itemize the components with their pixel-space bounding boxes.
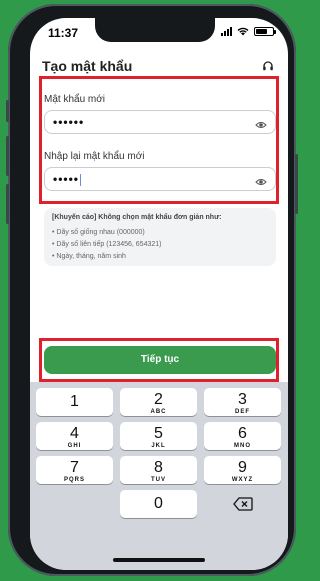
key-number: 0 <box>154 495 163 512</box>
screen: 11:37 Tạo mật khẩu Mật khẩu mới •••••• N… <box>30 18 288 570</box>
headset-icon[interactable] <box>262 59 274 77</box>
home-indicator <box>113 558 205 562</box>
key-0[interactable]: 0 <box>120 490 197 518</box>
confirm-password-content: ••••• <box>53 172 82 186</box>
status-time: 11:37 <box>48 26 79 40</box>
key-letters: MNO <box>234 443 251 449</box>
key-number: 4 <box>70 425 79 442</box>
key-2[interactable]: 2 ABC <box>120 388 197 416</box>
key-letters: DEF <box>235 409 250 415</box>
advice-box: [Khuyến cáo] Không chọn mật khẩu đơn giả… <box>44 208 276 266</box>
key-letters: TUV <box>151 477 166 483</box>
key-9[interactable]: 9 WXYZ <box>204 456 281 484</box>
key-number: 9 <box>238 459 247 476</box>
continue-button[interactable]: Tiếp tục <box>44 346 276 374</box>
key-letters: ABC <box>150 409 167 415</box>
text-cursor <box>80 173 82 186</box>
key-letters: WXYZ <box>231 477 254 483</box>
eye-icon[interactable] <box>255 174 267 192</box>
key-number: 8 <box>154 459 163 476</box>
key-number: 5 <box>154 425 163 442</box>
numeric-keypad: 1 2 ABC 3 DEF 4 GHI 5 JKL 6 MNO 7 PQRS 8… <box>30 382 288 570</box>
key-letters: JKL <box>151 443 166 449</box>
key-letters: PQRS <box>63 477 85 483</box>
key-4[interactable]: 4 GHI <box>36 422 113 450</box>
key-number: 6 <box>238 425 247 442</box>
key-number: 3 <box>238 391 247 408</box>
battery-icon <box>254 27 276 36</box>
confirm-password-field[interactable]: ••••• <box>44 167 276 191</box>
key-3[interactable]: 3 DEF <box>204 388 281 416</box>
key-number: 2 <box>154 391 163 408</box>
signal-icon <box>221 27 232 36</box>
phone-frame: 11:37 Tạo mật khẩu Mật khẩu mới •••••• N… <box>6 4 298 576</box>
confirm-password-label: Nhập lại mật khẩu mới <box>44 151 145 162</box>
confirm-password-value: ••••• <box>53 172 80 186</box>
header: Tạo mật khẩu <box>30 56 288 78</box>
key-8[interactable]: 8 TUV <box>120 456 197 484</box>
volume-down-button <box>6 184 9 224</box>
new-password-label: Mật khẩu mới <box>44 94 106 105</box>
advice-heading: [Khuyến cáo] Không chọn mật khẩu đơn giả… <box>52 214 222 221</box>
key-1[interactable]: 1 <box>36 388 113 416</box>
advice-item: • Dãy số liên tiếp (123456, 654321) <box>52 241 162 248</box>
key-letters: GHI <box>67 443 82 449</box>
advice-item: • Dãy số giống nhau (000000) <box>52 229 145 236</box>
key-6[interactable]: 6 MNO <box>204 422 281 450</box>
eye-icon[interactable] <box>255 117 267 135</box>
status-bar: 11:37 <box>30 18 288 48</box>
key-number: 7 <box>70 459 79 476</box>
volume-up-button <box>6 136 9 176</box>
page-title: Tạo mật khẩu <box>42 58 133 74</box>
key-5[interactable]: 5 JKL <box>120 422 197 450</box>
mute-switch <box>6 100 9 122</box>
advice-item: • Ngày, tháng, năm sinh <box>52 253 126 260</box>
power-button <box>295 154 298 214</box>
key-7[interactable]: 7 PQRS <box>36 456 113 484</box>
wifi-icon <box>237 27 249 36</box>
new-password-field[interactable]: •••••• <box>44 110 276 134</box>
status-icons <box>221 27 276 36</box>
key-number: 1 <box>70 393 79 410</box>
notch <box>95 18 215 42</box>
backspace-icon[interactable] <box>204 490 281 518</box>
new-password-value: •••••• <box>53 115 85 129</box>
